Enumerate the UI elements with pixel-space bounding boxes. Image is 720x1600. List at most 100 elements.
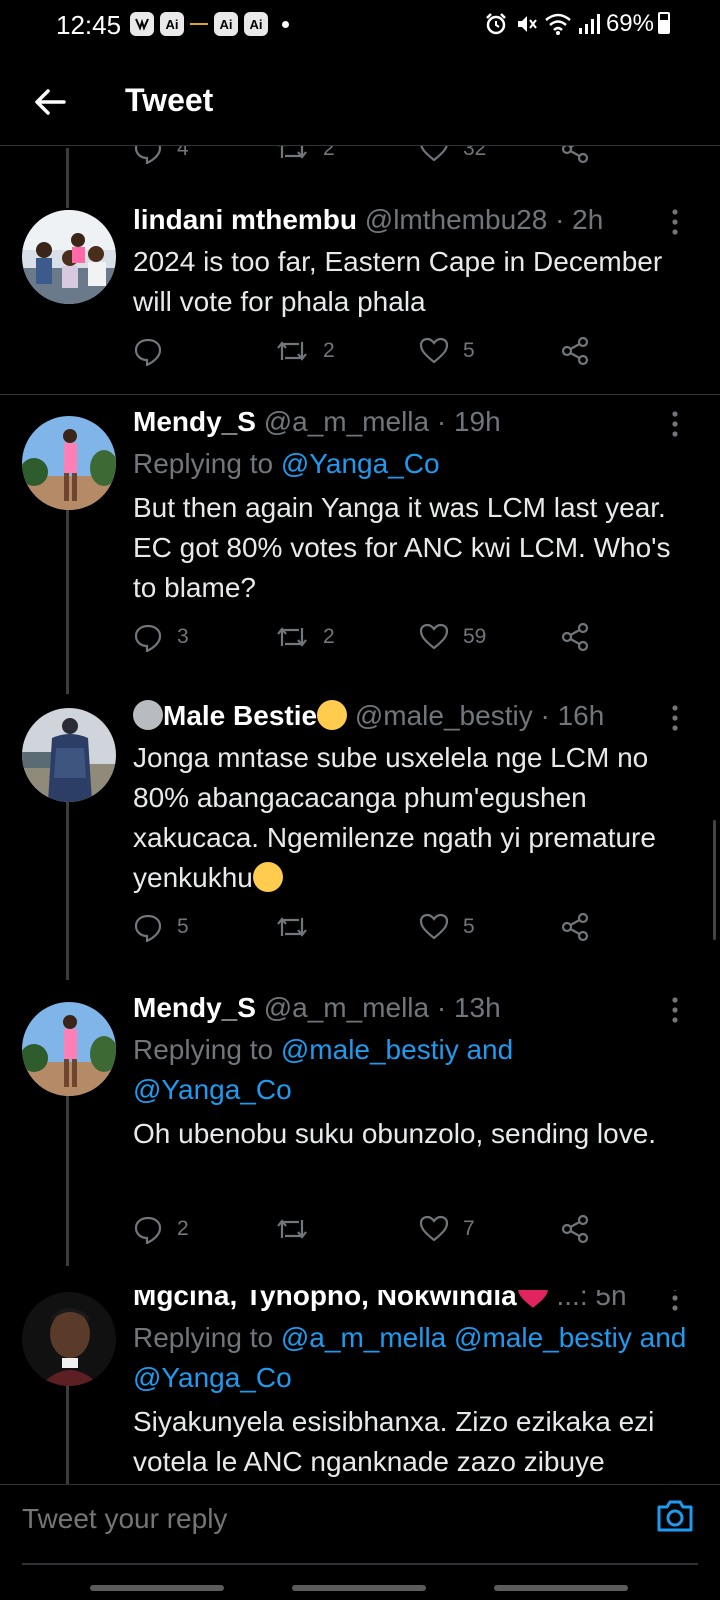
tweet[interactable]: Mgcina, Tyhopho, Nokwindla ...: 5h Reply… <box>0 1290 720 1484</box>
author-handle: @lmthembu28 · 2h <box>364 204 604 235</box>
more-options-icon[interactable] <box>670 1290 680 1314</box>
partial-tweet: 4 2 32 <box>0 146 720 170</box>
heart-icon <box>419 913 449 940</box>
retweet-action[interactable] <box>275 1214 323 1244</box>
reply-action[interactable] <box>133 336 177 366</box>
nav-bar-indicator <box>494 1585 628 1591</box>
mention-link[interactable]: @Yanga_Co <box>281 448 440 479</box>
tweet-text: But then again Yanga it was LCM last yea… <box>133 492 671 603</box>
more-options-icon[interactable] <box>670 704 680 734</box>
tweet[interactable]: Mendy_S @a_m_mella · 19h Replying to @Ya… <box>0 404 720 694</box>
like-count: 7 <box>463 1217 475 1240</box>
reply-action[interactable]: 2 <box>133 1214 189 1244</box>
avatar[interactable] <box>22 210 116 304</box>
share-action[interactable] <box>561 622 589 652</box>
reply-icon <box>134 338 162 366</box>
battery-icon <box>658 12 670 34</box>
retweet-action[interactable]: 2 <box>275 146 335 164</box>
share-action[interactable] <box>561 1214 589 1244</box>
avatar[interactable] <box>22 416 116 510</box>
author-name[interactable]: lindani mthembu <box>133 204 357 235</box>
messenger-icon <box>130 12 154 36</box>
more-options-icon[interactable] <box>670 996 680 1026</box>
tweet-actions: 2 5 <box>133 336 613 370</box>
reply-icon <box>134 1216 162 1244</box>
like-action[interactable]: 32 <box>419 146 486 164</box>
neutral-face-emoji-icon <box>133 700 163 730</box>
avatar[interactable] <box>22 1292 116 1386</box>
reply-icon <box>134 624 162 652</box>
like-count: 5 <box>463 915 475 938</box>
wifi-icon <box>545 13 571 35</box>
author-name[interactable]: Mendy_S <box>133 406 256 437</box>
tweet[interactable]: Male Bestie @male_bestiy · 16h Jonga mnt… <box>0 700 720 990</box>
heart-icon <box>420 146 448 162</box>
avatar[interactable] <box>22 708 116 802</box>
retweet-icon <box>277 917 307 937</box>
divider <box>0 394 720 395</box>
reply-input[interactable] <box>22 1503 622 1535</box>
tweet-header: lindani mthembu @lmthembu28 · 2h <box>133 204 668 236</box>
camera-icon[interactable] <box>654 1495 696 1537</box>
ai-icon: Ai <box>244 12 268 36</box>
like-count: 32 <box>463 146 487 160</box>
top-app-bar: Tweet <box>0 56 720 146</box>
more-options-icon[interactable] <box>670 208 680 238</box>
author-handle: @male_bestiy · 16h <box>354 700 605 731</box>
tweet-actions: 4 2 32 <box>133 146 613 168</box>
author-handle: @a_m_mella · 13h <box>263 992 501 1023</box>
signal-icon <box>578 14 600 34</box>
retweet-action[interactable]: 2 <box>275 336 335 366</box>
replying-to-label: Replying to <box>133 1034 281 1065</box>
page-title: Tweet <box>125 82 214 118</box>
author-name[interactable]: Mendy_S <box>133 992 256 1023</box>
avatar[interactable] <box>22 1002 116 1096</box>
share-icon <box>561 912 589 942</box>
more-notifications-icon <box>282 20 289 28</box>
like-action[interactable]: 5 <box>419 336 475 366</box>
retweet-count: 2 <box>323 339 335 362</box>
ai-icon: Ai <box>160 12 184 36</box>
tweet-header: Male Bestie @male_bestiy · 16h <box>133 700 668 732</box>
more-options-icon[interactable] <box>670 410 680 440</box>
like-count: 5 <box>463 339 475 362</box>
nav-bar-indicator <box>90 1585 224 1591</box>
replying-to: Replying to @a_m_mella @male_bestiy and … <box>133 1318 690 1398</box>
scrollbar[interactable] <box>713 820 716 940</box>
share-action[interactable] <box>561 912 589 942</box>
tweet[interactable]: lindani mthembu @lmthembu28 · 2h 2024 is… <box>0 200 720 396</box>
like-action[interactable]: 5 <box>419 912 475 942</box>
replying-to-label: Replying to <box>133 1322 281 1353</box>
reply-count: 2 <box>177 1217 189 1240</box>
reply-action[interactable]: 3 <box>133 622 189 652</box>
share-action[interactable] <box>561 146 589 164</box>
author-name[interactable]: Mgcina, Tyhopho, Nokwindla <box>133 1290 517 1311</box>
author-handle: ...: 5h <box>556 1290 627 1311</box>
share-icon <box>561 336 589 366</box>
tweet-text-content: Jonga mntase sube usxelela nge LCM no 80… <box>133 742 656 893</box>
reply-count: 3 <box>177 625 189 648</box>
tweet-header: Mendy_S @a_m_mella · 19h <box>133 406 668 438</box>
retweet-count: 2 <box>323 146 335 160</box>
replying-to: Replying to @male_bestiy and @Yanga_Co <box>133 1030 570 1110</box>
back-arrow-icon[interactable] <box>30 82 70 122</box>
reply-count: 5 <box>177 915 189 938</box>
tweet-text: Siyakunyela esisibhanxa. Zizo ezikaka ez… <box>133 1406 655 1477</box>
share-action[interactable] <box>561 336 589 366</box>
tweet-text: Jonga mntase sube usxelela nge LCM no 80… <box>133 738 690 898</box>
reply-icon <box>134 146 162 164</box>
retweet-action[interactable]: 2 <box>275 622 335 652</box>
tweet[interactable]: Mendy_S @a_m_mella · 13h Replying to @ma… <box>0 992 720 1276</box>
share-icon <box>561 622 589 652</box>
reply-icon <box>134 914 162 942</box>
like-action[interactable]: 7 <box>419 1214 475 1244</box>
reply-action[interactable]: 4 <box>133 146 189 164</box>
like-action[interactable]: 59 <box>419 622 486 652</box>
battery-percentage: 69% <box>605 10 654 37</box>
retweet-action[interactable] <box>275 912 323 942</box>
red-heart-emoji-icon <box>517 1290 548 1308</box>
reply-action[interactable]: 5 <box>133 912 189 942</box>
app-logo-icon <box>190 20 208 28</box>
author-name[interactable]: Male Bestie <box>163 700 317 731</box>
tweet-header: Mgcina, Tyhopho, Nokwindla ...: 5h <box>133 1290 668 1312</box>
